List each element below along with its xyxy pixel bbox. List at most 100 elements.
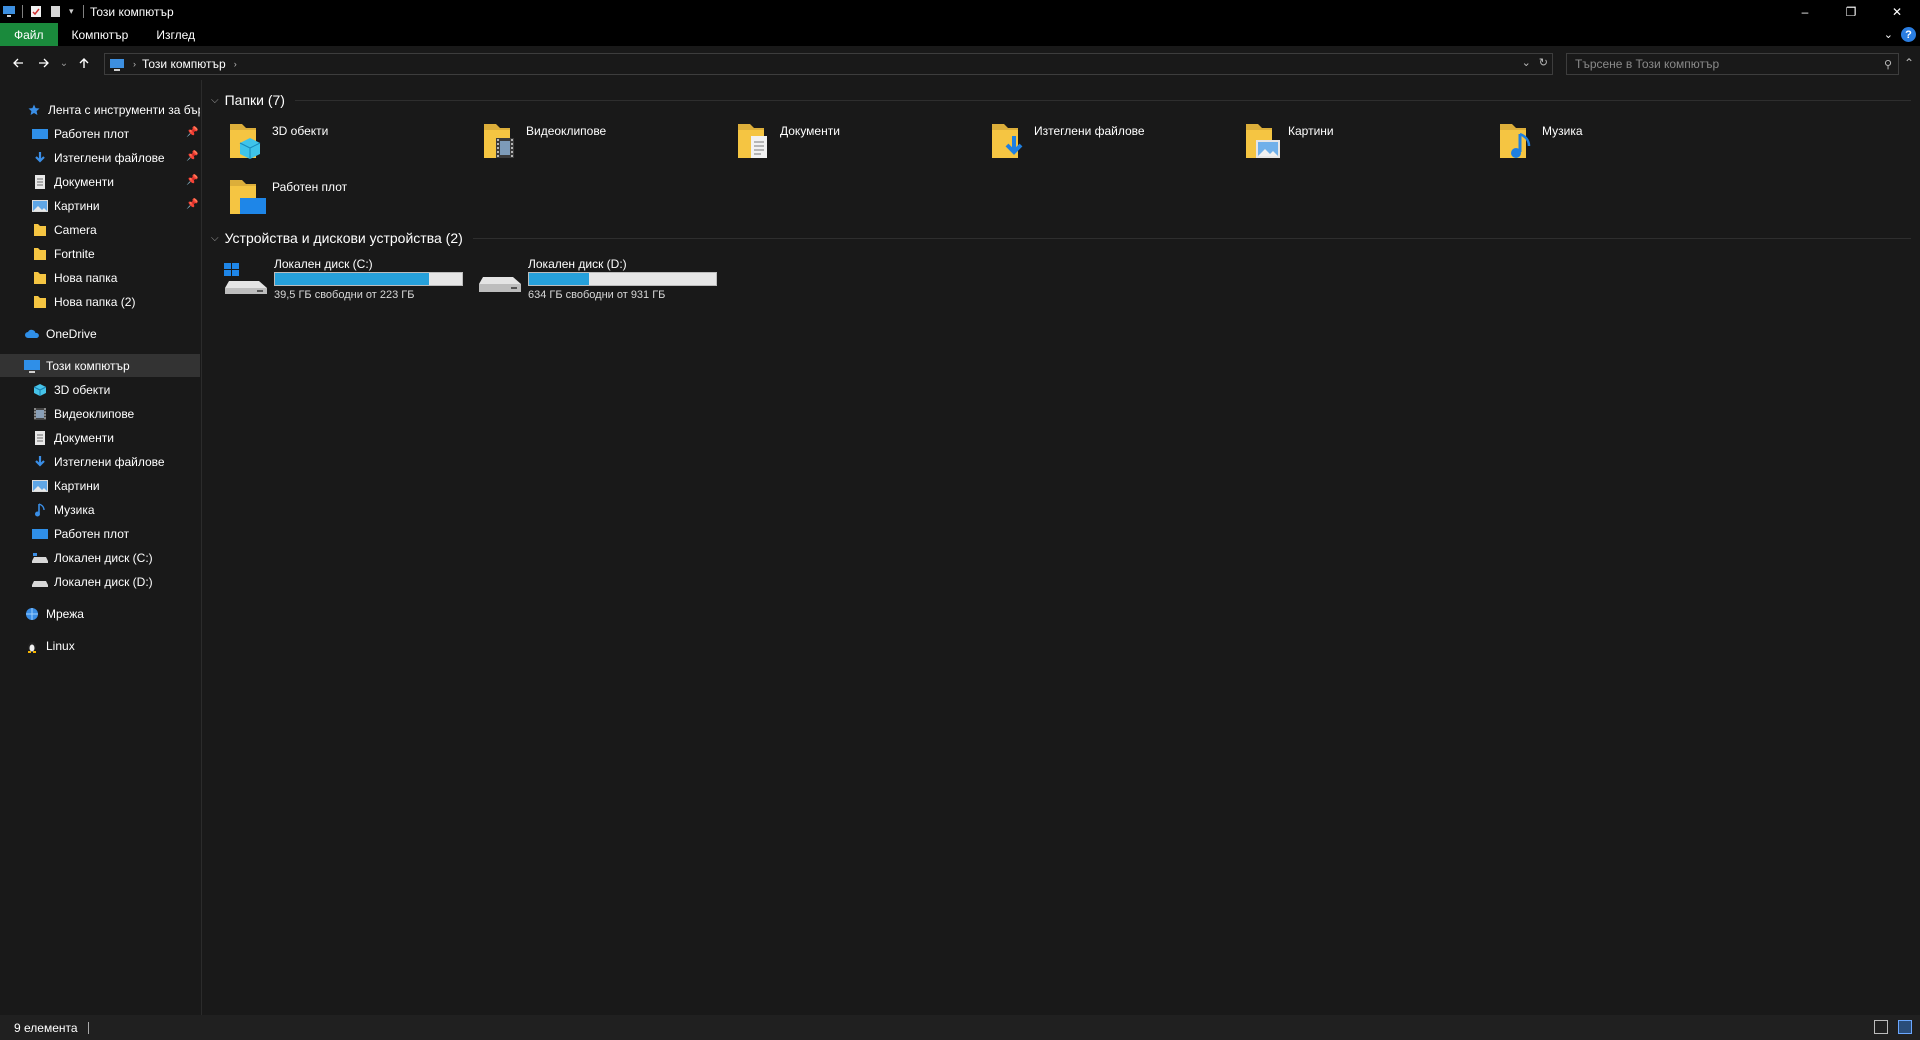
- breadcrumb-chevron-icon[interactable]: ›: [234, 59, 237, 69]
- arrow-up-icon: [79, 58, 89, 68]
- sidebar-item-desktop[interactable]: Работен плот 📌: [0, 122, 200, 145]
- sidebar-item-label: Изтеглени файлове: [54, 454, 165, 469]
- up-button[interactable]: [73, 52, 95, 74]
- collapse-chevron-icon[interactable]: ⌵: [211, 233, 219, 244]
- sidebar-item-network[interactable]: Мрежа: [0, 602, 200, 625]
- sidebar-item-drive-d[interactable]: Локален диск (D:): [0, 570, 200, 593]
- breadcrumb-chevron-icon[interactable]: ›: [133, 59, 136, 69]
- folder-videos[interactable]: Видеоклипове: [482, 118, 722, 170]
- address-dropdown-icon[interactable]: ⌄: [1522, 56, 1531, 69]
- sidebar-item-desktop-pc[interactable]: Работен плот: [0, 522, 200, 545]
- pin-icon[interactable]: 📌: [186, 199, 198, 211]
- status-bar: 9 елемента: [0, 1015, 1920, 1040]
- drive-usage-fill: [275, 273, 429, 285]
- back-button[interactable]: [7, 52, 29, 74]
- folder-music[interactable]: Музика: [1498, 118, 1738, 170]
- search-box[interactable]: ⚲: [1566, 53, 1899, 75]
- address-bar[interactable]: › Този компютър › ⌄ ↻: [104, 53, 1553, 75]
- sidebar-item-music[interactable]: Музика: [0, 498, 200, 521]
- sidebar-item-new-folder-2[interactable]: Нова папка (2): [0, 290, 200, 313]
- scroll-up-arrow-icon[interactable]: ⌃: [1904, 56, 1914, 70]
- pin-icon[interactable]: 📌: [186, 175, 198, 187]
- drive-free-space: 634 ГБ свободни от 931 ГБ: [528, 289, 666, 301]
- sidebar-item-documents-pc[interactable]: Документи: [0, 426, 200, 449]
- pin-icon[interactable]: 📌: [186, 127, 198, 139]
- search-input[interactable]: [1575, 57, 1865, 71]
- restore-button[interactable]: ❐: [1828, 0, 1874, 23]
- sidebar-item-3d-objects[interactable]: 3D обекти: [0, 378, 200, 401]
- expand-ribbon-icon[interactable]: ⌄: [1884, 28, 1893, 41]
- details-view-icon[interactable]: [1874, 1020, 1888, 1034]
- sidebar-item-label: Мрежа: [46, 606, 84, 621]
- minimize-button[interactable]: –: [1782, 0, 1828, 23]
- help-icon[interactable]: ?: [1901, 27, 1916, 42]
- close-button[interactable]: ✕: [1874, 0, 1920, 23]
- folder-3d-objects[interactable]: 3D обекти: [228, 118, 468, 170]
- breadcrumb-this-pc[interactable]: Този компютър: [142, 57, 226, 71]
- sidebar-item-onedrive[interactable]: OneDrive: [0, 322, 200, 345]
- this-pc-icon: [110, 58, 124, 71]
- sidebar-item-camera[interactable]: Camera: [0, 218, 200, 241]
- sidebar-item-pictures-pc[interactable]: Картини: [0, 474, 200, 497]
- sidebar-item-drive-c[interactable]: Локален диск (C:): [0, 546, 200, 569]
- drives-group-header[interactable]: ⌵ Устройства и дискови устройства (2): [211, 230, 1911, 246]
- drive-c-tile[interactable]: Локален диск (C:) 39,5 ГБ свободни от 22…: [223, 257, 473, 303]
- sidebar-item-label: Linux: [46, 638, 75, 653]
- sidebar-item-downloads-pc[interactable]: Изтеглени файлове: [0, 450, 200, 473]
- folder-downloads[interactable]: Изтеглени файлове: [990, 118, 1230, 170]
- recent-locations-button[interactable]: ⌄: [57, 52, 71, 74]
- folder-icon: [32, 223, 48, 237]
- sidebar-item-quick-access[interactable]: Лента с инструменти за бърз достъп: [0, 98, 200, 121]
- sidebar-item-this-pc[interactable]: Този компютър: [0, 354, 200, 377]
- drive-usage-bar: [528, 272, 717, 286]
- refresh-icon[interactable]: ↻: [1539, 56, 1548, 69]
- music-folder-icon: [1498, 118, 1538, 162]
- folder-desktop[interactable]: Работен плот: [228, 174, 468, 226]
- sidebar-item-linux[interactable]: Linux: [0, 634, 200, 657]
- sidebar-item-label: Музика: [54, 502, 95, 517]
- collapse-chevron-icon[interactable]: ⌵: [211, 95, 219, 106]
- sidebar-item-documents[interactable]: Документи 📌: [0, 170, 200, 193]
- sidebar-item-label: Документи: [54, 430, 114, 445]
- large-icons-view-icon[interactable]: [1898, 1020, 1912, 1034]
- group-divider: [294, 99, 1911, 101]
- sidebar-item-label: Работен плот: [54, 126, 130, 141]
- customize-toolbar-icon[interactable]: ▾: [69, 5, 77, 18]
- sidebar-item-fortnite[interactable]: Fortnite: [0, 242, 200, 265]
- properties-icon[interactable]: [29, 5, 43, 18]
- sidebar-item-label: Документи: [54, 174, 114, 189]
- toolbar-divider: [83, 5, 84, 18]
- window-title: Този компютър: [90, 4, 174, 19]
- folder-label: Видеоклипове: [526, 124, 607, 138]
- ribbon-tabs: Файл Компютър Изглед ⌄ ?: [0, 23, 1920, 46]
- tab-computer[interactable]: Компютър: [58, 23, 143, 46]
- this-pc-icon[interactable]: [2, 5, 16, 18]
- pin-icon[interactable]: 📌: [186, 151, 198, 163]
- this-pc-icon: [24, 359, 40, 373]
- new-folder-icon[interactable]: [49, 5, 63, 18]
- drive-usage-fill: [529, 273, 589, 285]
- folder-documents[interactable]: Документи: [736, 118, 976, 170]
- forward-button[interactable]: [33, 52, 55, 74]
- cloud-icon: [24, 327, 40, 341]
- toolbar-divider: [22, 5, 23, 18]
- folders-group-header[interactable]: ⌵ Папки (7): [211, 92, 1911, 108]
- sidebar-item-pictures[interactable]: Картини 📌: [0, 194, 200, 217]
- drive-d-tile[interactable]: Локален диск (D:) 634 ГБ свободни от 931…: [477, 257, 727, 303]
- folder-label: Музика: [1542, 124, 1583, 138]
- tab-view[interactable]: Изглед: [142, 23, 209, 46]
- title-bar: ▾ Този компютър – ❐ ✕: [0, 0, 1920, 23]
- navigation-pane: Лента с инструменти за бърз достъп Работ…: [0, 80, 202, 1015]
- sidebar-item-videos[interactable]: Видеоклипове: [0, 402, 200, 425]
- downloads-folder-icon: [990, 118, 1030, 162]
- tab-file[interactable]: Файл: [0, 23, 58, 46]
- folder-pictures[interactable]: Картини: [1244, 118, 1484, 170]
- linux-penguin-icon: [24, 639, 40, 653]
- sidebar-item-downloads[interactable]: Изтеглени файлове 📌: [0, 146, 200, 169]
- group-title: Устройства и дискови устройства (2): [224, 230, 463, 246]
- music-icon: [32, 502, 48, 517]
- sidebar-item-new-folder[interactable]: Нова папка: [0, 266, 200, 289]
- search-icon[interactable]: ⚲: [1884, 58, 1892, 71]
- sidebar-item-label: Локален диск (D:): [54, 574, 153, 589]
- sidebar-item-label: Лента с инструменти за бърз достъп: [48, 102, 200, 117]
